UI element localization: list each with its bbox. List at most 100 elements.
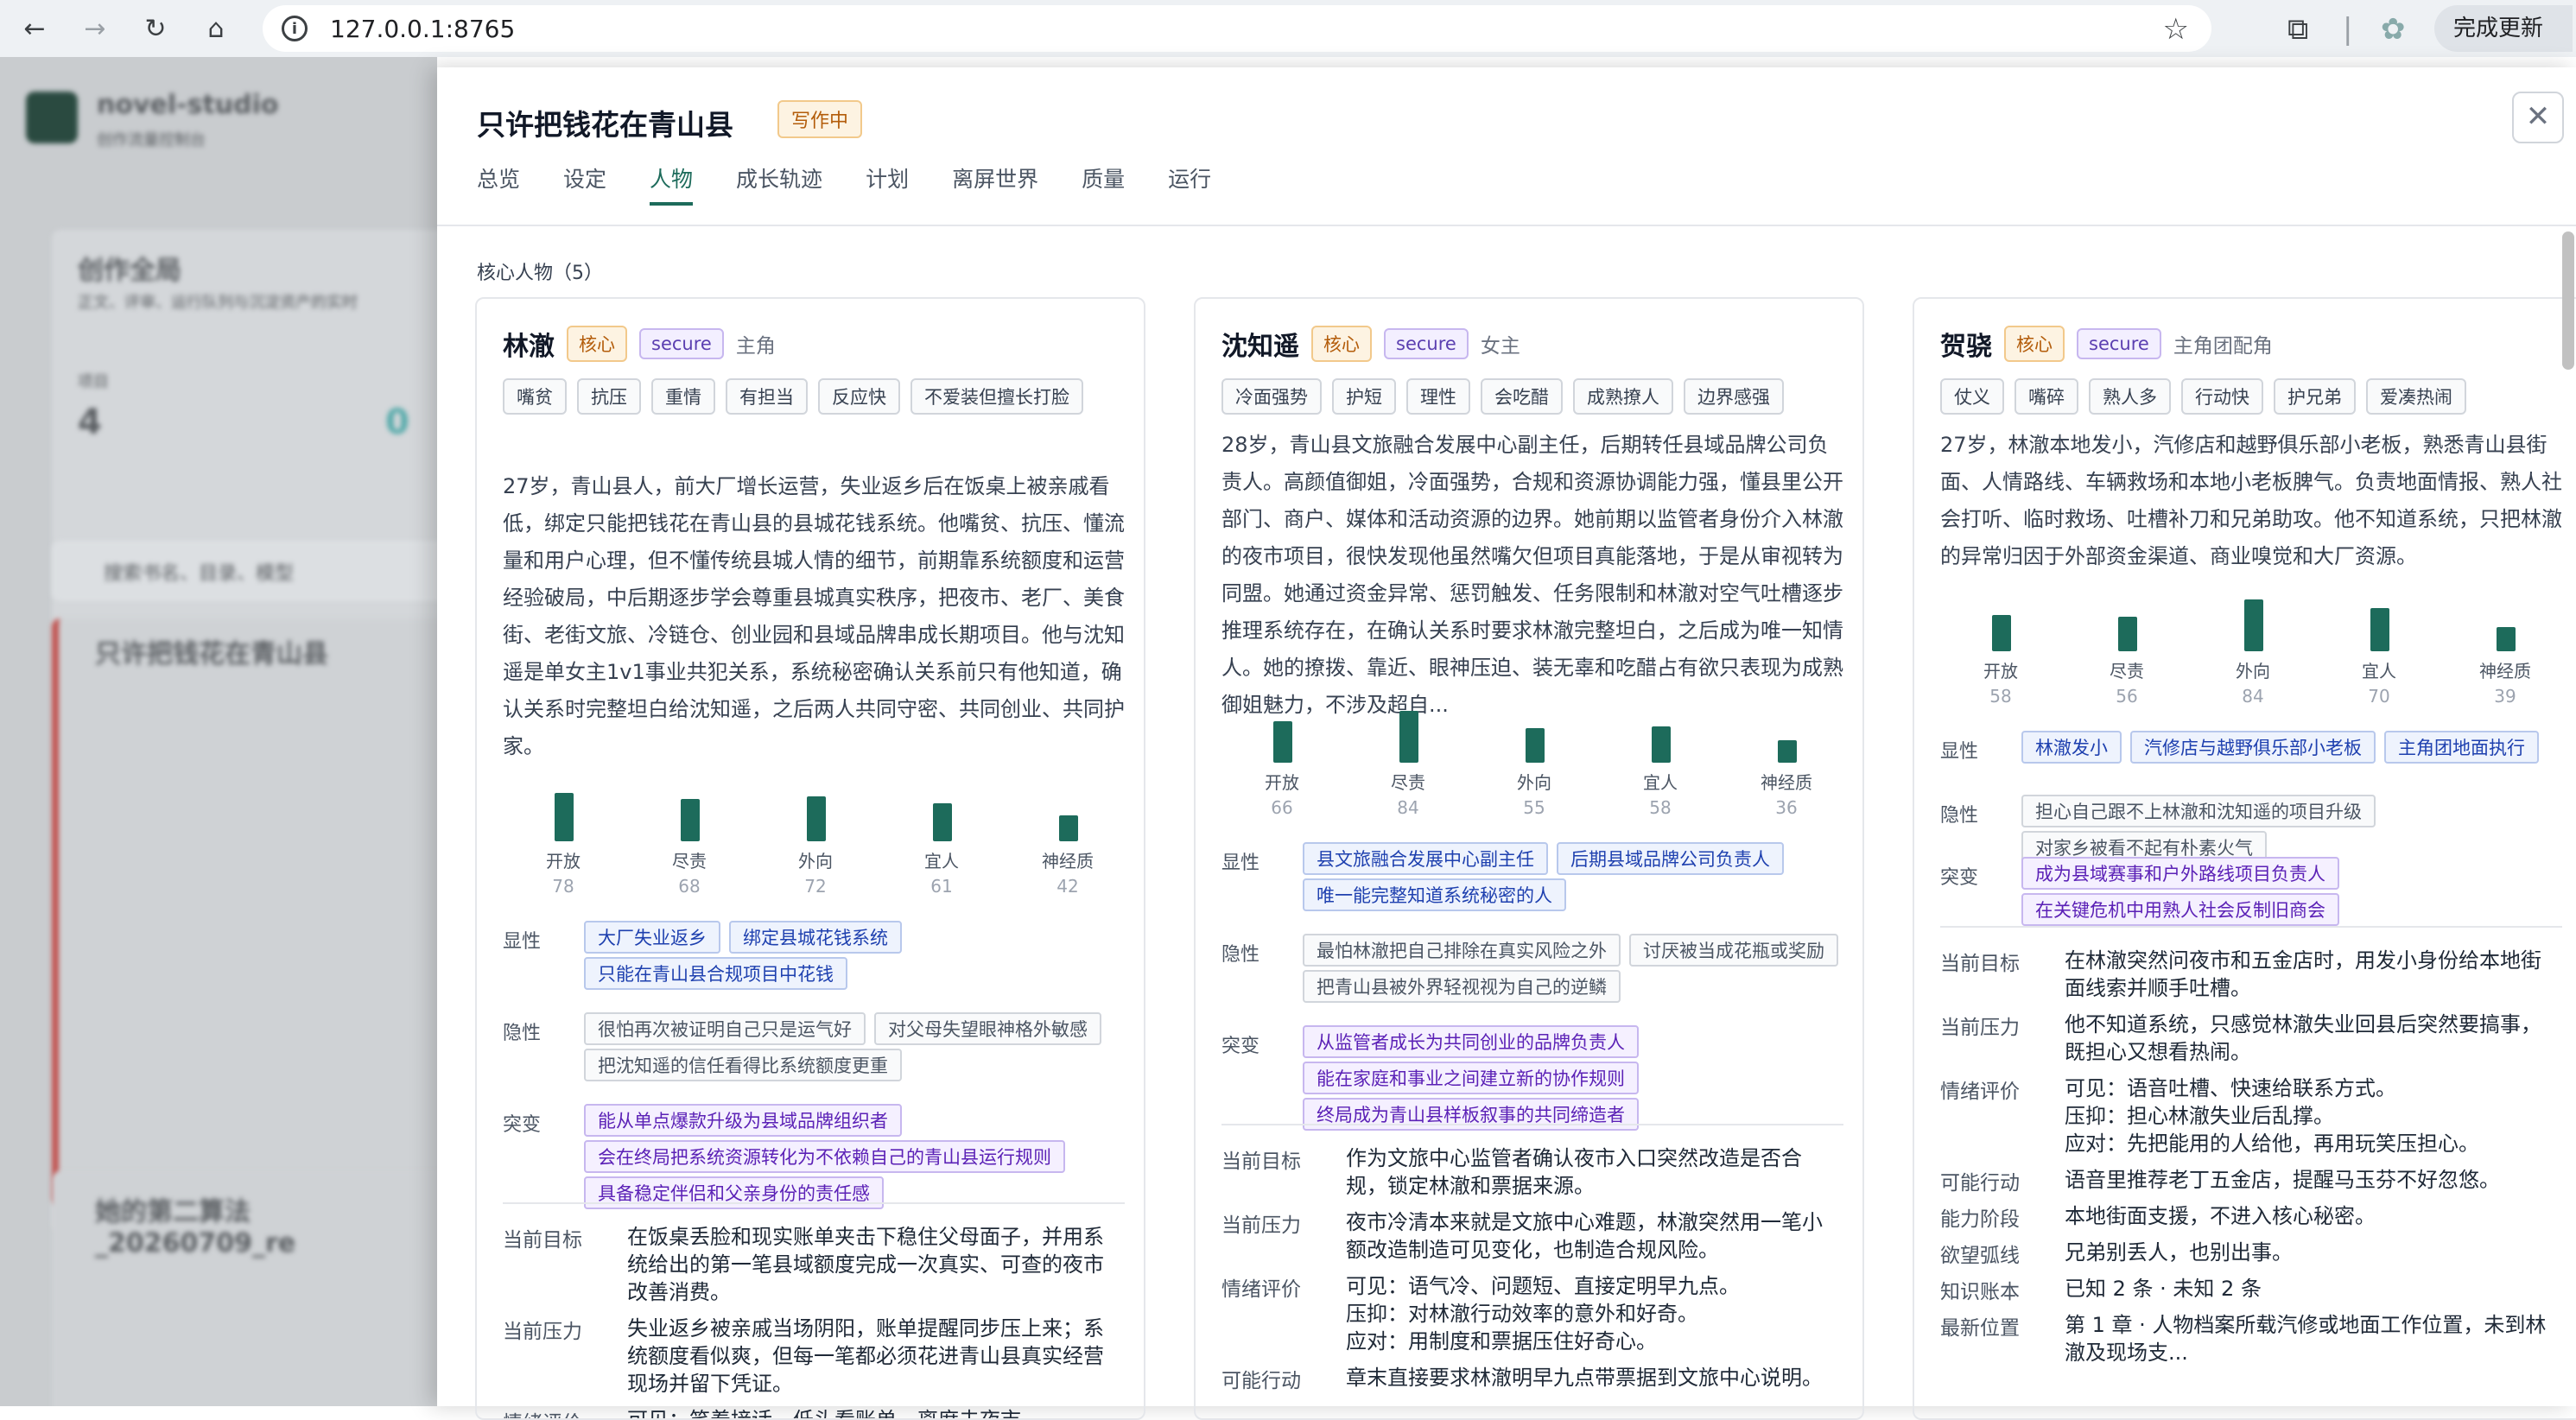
trait-chips: 大厂失业返乡 绑定县城花钱系统 只能在青山县合规项目中花钱 [584,921,1137,990]
big-five-label: 外向 [2236,661,2270,681]
big-five-bar-group: 开放 66 [1221,713,1342,825]
big-five-bar-group: 尽责 84 [1348,711,1469,825]
url-text[interactable]: 127.0.0.1:8765 [330,15,515,43]
big-five-bar [1059,815,1078,841]
personality-tag: 爱凑热闹 [2366,378,2466,415]
tab-bar: 总览 设定 人物 成长轨迹 计划 离屏世界 质量 运行 [477,162,1211,206]
tab-5[interactable]: 离屏世界 [952,162,1038,206]
tab-4[interactable]: 计划 [866,162,909,206]
bg-stat-label: 项目 [78,373,109,391]
home-icon[interactable]: ⌂ [199,11,233,46]
big-five-label: 外向 [798,851,833,872]
trait-label: 显性 [1940,741,1979,763]
big-five-value: 39 [2494,686,2516,707]
big-five-bar-group: 开放 58 [1940,601,2061,713]
big-five-label: 宜人 [924,851,959,872]
character-header: 林澈 核心 secure 主角 [503,325,776,363]
tab-2[interactable]: 人物 [650,162,694,206]
trait-chip: 从监管者成长为共同创业的品牌负责人 [1303,1025,1639,1058]
detail-key: 最新位置 [1940,1317,2020,1340]
big-five-chart: 开放 58 尽责 56 外向 84 宜人 70 神经质 39 [1940,599,2562,713]
detail-key: 情绪评价 [503,1406,582,1418]
character-header: 沈知遥 核心 secure 女主 [1221,325,1520,363]
trait-chip: 林澈发小 [2021,731,2122,764]
bg-section-title: 创作全局 [78,256,181,286]
trait-chip: 把沈知遥的信任看得比系统额度更重 [584,1049,902,1081]
big-five-value: 84 [1397,797,1419,818]
trait-chip: 大厂失业返乡 [584,921,720,954]
trait-chip: 最怕林澈把自己排除在真实风险之外 [1303,934,1621,967]
profile-icon[interactable]: ✿ [2381,12,2406,47]
character-description: 27岁，青山县人，前大厂增长运营，失业返乡后在饭桌上被亲戚看低，绑定只能把钱花在… [503,474,1125,758]
back-icon[interactable]: ← [17,11,52,46]
big-five-value: 36 [1775,797,1798,818]
big-five-label: 外向 [1517,772,1551,793]
detail-value: 可见：笑着接话、低头看账单、离席去夜市。 [627,1408,1042,1420]
reload-icon[interactable]: ↻ [138,11,173,46]
big-five-bar-group: 宜人 70 [2319,601,2440,713]
big-five-bar [681,799,700,841]
update-button[interactable]: 完成更新 [2434,5,2573,52]
address-bar[interactable]: i 127.0.0.1:8765 ☆ [263,5,2211,52]
forward-icon[interactable]: → [78,11,112,46]
detail-value: 在饭桌丢脸和现实账单夹击下稳住父母面子，并用系统给出的第一笔县域额度完成一次真实… [627,1225,1104,1304]
trait-chip: 对父母失望眼神格外敏感 [874,1012,1101,1045]
personality-tag: 理性 [1406,378,1470,415]
detail-value: 夜市冷清本来就是文旅中心难题，林澈突然用一笔小额改造制造可见变化，也制造合规风险… [1346,1210,1823,1262]
character-header: 贺骁 核心 secure 主角团配角 [1940,325,2273,363]
trait-chip: 具备稳定伴侣和父亲身份的责任感 [584,1176,884,1209]
character-name: 沈知遥 [1221,332,1299,362]
big-five-value: 58 [1649,797,1672,818]
personality-tags: 仗义 嘴碎 熟人多 行动快 护兄弟 爱凑热闹 [1940,378,2562,415]
big-five-bar-group: 神经质 39 [2445,601,2566,713]
big-five-bar-group: 宜人 58 [1600,713,1721,825]
tab-3[interactable]: 成长轨迹 [736,162,822,206]
personality-tag: 边界感强 [1684,378,1784,415]
big-five-bar [1273,721,1292,763]
personality-tag: 有担当 [726,378,808,415]
trait-chip: 能在家庭和事业之间建立新的协作规则 [1303,1062,1639,1094]
extensions-icon[interactable]: ⧉ [2287,12,2308,47]
bookmark-star-icon[interactable]: ☆ [2163,12,2189,47]
scrollbar-thumb[interactable] [2562,231,2574,370]
trait-chip: 主角团地面执行 [2384,731,2539,764]
character-card: 沈知遥 核心 secure 女主 冷面强势 护短 理性 会吃醋 成熟撩人 边界感强 28岁，青山县文… [1194,297,1864,1420]
tab-1[interactable]: 设定 [563,162,606,206]
detail-key: 情绪评价 [1940,1081,2020,1103]
trait-chips: 从监管者成长为共同创业的品牌负责人 能在家庭和事业之间建立新的协作规则 终局成为青山… [1303,1025,1856,1131]
bg-project-2: 她的第二算法_20260709_re [95,1197,296,1258]
detail-value: 章末直接要求林澈明早九点带票据到文旅中心说明。 [1346,1366,1823,1390]
personality-tag: 嘴贫 [503,378,567,415]
tab-7[interactable]: 运行 [1168,162,1211,206]
site-info-icon[interactable]: i [282,16,308,41]
character-name: 林澈 [503,332,555,362]
big-five-label: 宜人 [2362,661,2396,681]
trait-chip: 后期县域品牌公司负责人 [1557,842,1784,875]
tab-0[interactable]: 总览 [477,162,520,206]
big-five-bar-group: 神经质 36 [1726,713,1847,825]
big-five-bar-group: 尽责 56 [2066,601,2187,713]
personality-tag: 反应快 [818,378,900,415]
big-five-value: 68 [678,876,701,897]
detail-value: 已知 2 条 · 未知 2 条 [2065,1277,2262,1301]
big-five-bar-group: 外向 84 [2192,599,2313,713]
big-five-bar [1526,728,1545,763]
tab-6[interactable]: 质量 [1082,162,1125,206]
bg-section-sub: 正文、评审、运行队列与沉淀资产的实时 [78,294,358,312]
big-five-label: 神经质 [1042,851,1094,872]
big-five-bar [2118,617,2137,651]
character-card: 贺骁 核心 secure 主角团配角 仗义 嘴碎 熟人多 行动快 护兄弟 爱凑热闹 27岁，林澈本地… [1913,297,2576,1420]
trait-chip: 绑定县城花钱系统 [729,921,902,954]
character-role: 主角 [735,335,776,358]
big-five-bar [2244,599,2263,651]
trait-chips: 很怕再次被证明自己只是运气好 对父母失望眼神格外敏感 把沈知遥的信任看得比系统额度更… [584,1012,1137,1081]
trait-label: 显性 [1221,853,1260,874]
personality-tag: 护兄弟 [2274,378,2356,415]
trait-chips: 县文旅融合发展中心副主任 后期县域品牌公司负责人 唯一能完整知道系统秘密的人 [1303,842,1856,911]
trait-chip: 成为县域赛事和户外路线项目负责人 [2021,857,2339,890]
personality-tag: 护短 [1332,378,1396,415]
big-five-bar [1652,726,1671,763]
character-role: 主角团配角 [2173,335,2273,358]
trait-chip: 会在终局把系统资源转化为不依赖自己的青山县运行规则 [584,1140,1065,1173]
close-button[interactable]: ✕ [2512,92,2564,143]
